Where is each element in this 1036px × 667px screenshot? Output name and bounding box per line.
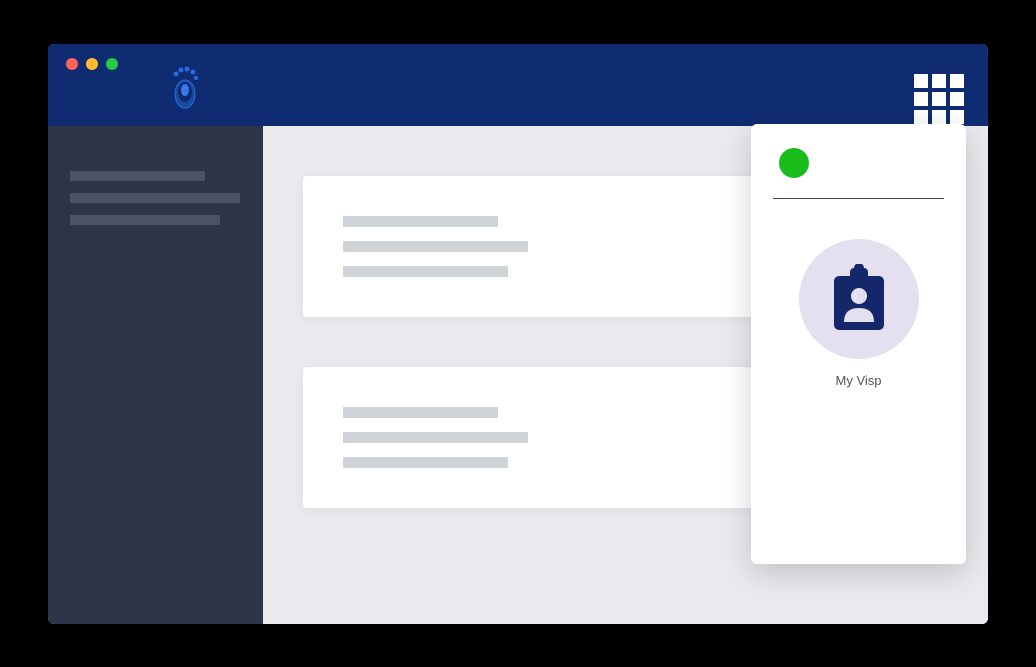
text-placeholder	[343, 407, 498, 418]
text-placeholder	[343, 266, 508, 277]
app-label: My Visp	[836, 373, 882, 388]
title-bar	[48, 44, 988, 126]
text-placeholder	[343, 457, 508, 468]
app-window: My Visp	[48, 44, 988, 624]
maximize-button[interactable]	[106, 58, 118, 70]
text-placeholder	[343, 241, 528, 252]
sidebar-item-placeholder[interactable]	[70, 171, 205, 181]
window-controls	[66, 58, 118, 70]
apps-popover: My Visp	[751, 124, 966, 564]
close-button[interactable]	[66, 58, 78, 70]
divider	[773, 198, 944, 199]
apps-grid-button[interactable]	[914, 74, 964, 124]
app-shortcut[interactable]: My Visp	[773, 239, 944, 388]
online-status-indicator	[779, 148, 809, 178]
text-placeholder	[343, 432, 528, 443]
sidebar	[48, 126, 263, 624]
footprint-logo-icon	[168, 64, 202, 115]
text-placeholder	[343, 216, 498, 227]
app-icon-background	[799, 239, 919, 359]
sidebar-item-placeholder[interactable]	[70, 193, 240, 203]
body-area: My Visp	[48, 126, 988, 624]
assignment-person-icon	[828, 264, 890, 334]
minimize-button[interactable]	[86, 58, 98, 70]
sidebar-item-placeholder[interactable]	[70, 215, 220, 225]
